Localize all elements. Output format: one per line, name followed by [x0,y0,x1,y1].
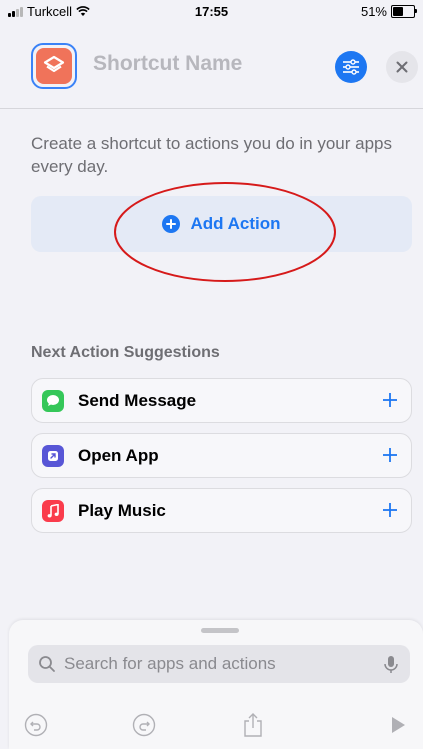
suggestion-open-app[interactable]: Open App [31,433,412,478]
settings-button[interactable] [335,51,367,83]
screen: Turkcell 17:55 51% Shortcut Name Create … [0,0,423,749]
undo-button[interactable] [23,712,49,738]
status-time: 17:55 [194,4,229,19]
suggestion-label: Send Message [78,390,197,410]
battery-fill [393,7,404,16]
close-icon [396,61,408,73]
search-input[interactable] [62,653,366,675]
status-right: 51% [360,4,417,19]
shortcut-name-field[interactable]: Shortcut Name [93,52,242,76]
add-suggestion-icon[interactable] [379,443,401,467]
plus-circle-icon [162,215,181,233]
add-action-button[interactable]: Add Action [31,196,412,252]
add-suggestion-icon[interactable] [379,498,401,522]
share-button[interactable] [240,712,266,738]
suggestion-send-message[interactable]: Send Message [31,378,412,423]
shortcuts-app-icon [36,48,72,84]
add-suggestion-icon[interactable] [379,388,401,412]
suggestion-play-music[interactable]: Play Music [31,488,412,533]
shortcuts-glyph-icon [43,55,65,73]
battery-percent: 51% [360,4,387,19]
messages-icon [42,389,64,412]
shortcut-icon-button[interactable] [31,43,77,89]
redo-icon [132,713,156,737]
status-bar: Turkcell 17:55 51% [0,0,423,22]
suggestion-label: Play Music [78,500,166,520]
search-box[interactable] [28,645,410,683]
undo-icon [24,713,48,737]
open-app-icon [42,444,64,467]
sheet-grabber[interactable] [201,628,239,633]
shortcut-header: Shortcut Name [0,22,423,109]
microphone-icon[interactable] [380,653,402,675]
action-search-sheet [9,620,423,749]
suggestions-title: Next Action Suggestions [31,344,220,361]
suggestion-label: Open App [78,445,159,465]
sliders-icon [343,59,359,75]
run-button[interactable] [385,712,411,738]
close-button[interactable] [386,51,418,83]
battery-icon [391,5,417,18]
add-action-label: Add Action [190,214,281,233]
play-icon [392,717,405,733]
redo-button[interactable] [131,712,157,738]
music-icon [42,499,64,522]
intro-text: Create a shortcut to actions you do in y… [31,134,392,176]
search-icon [39,656,55,672]
share-icon [244,713,262,737]
